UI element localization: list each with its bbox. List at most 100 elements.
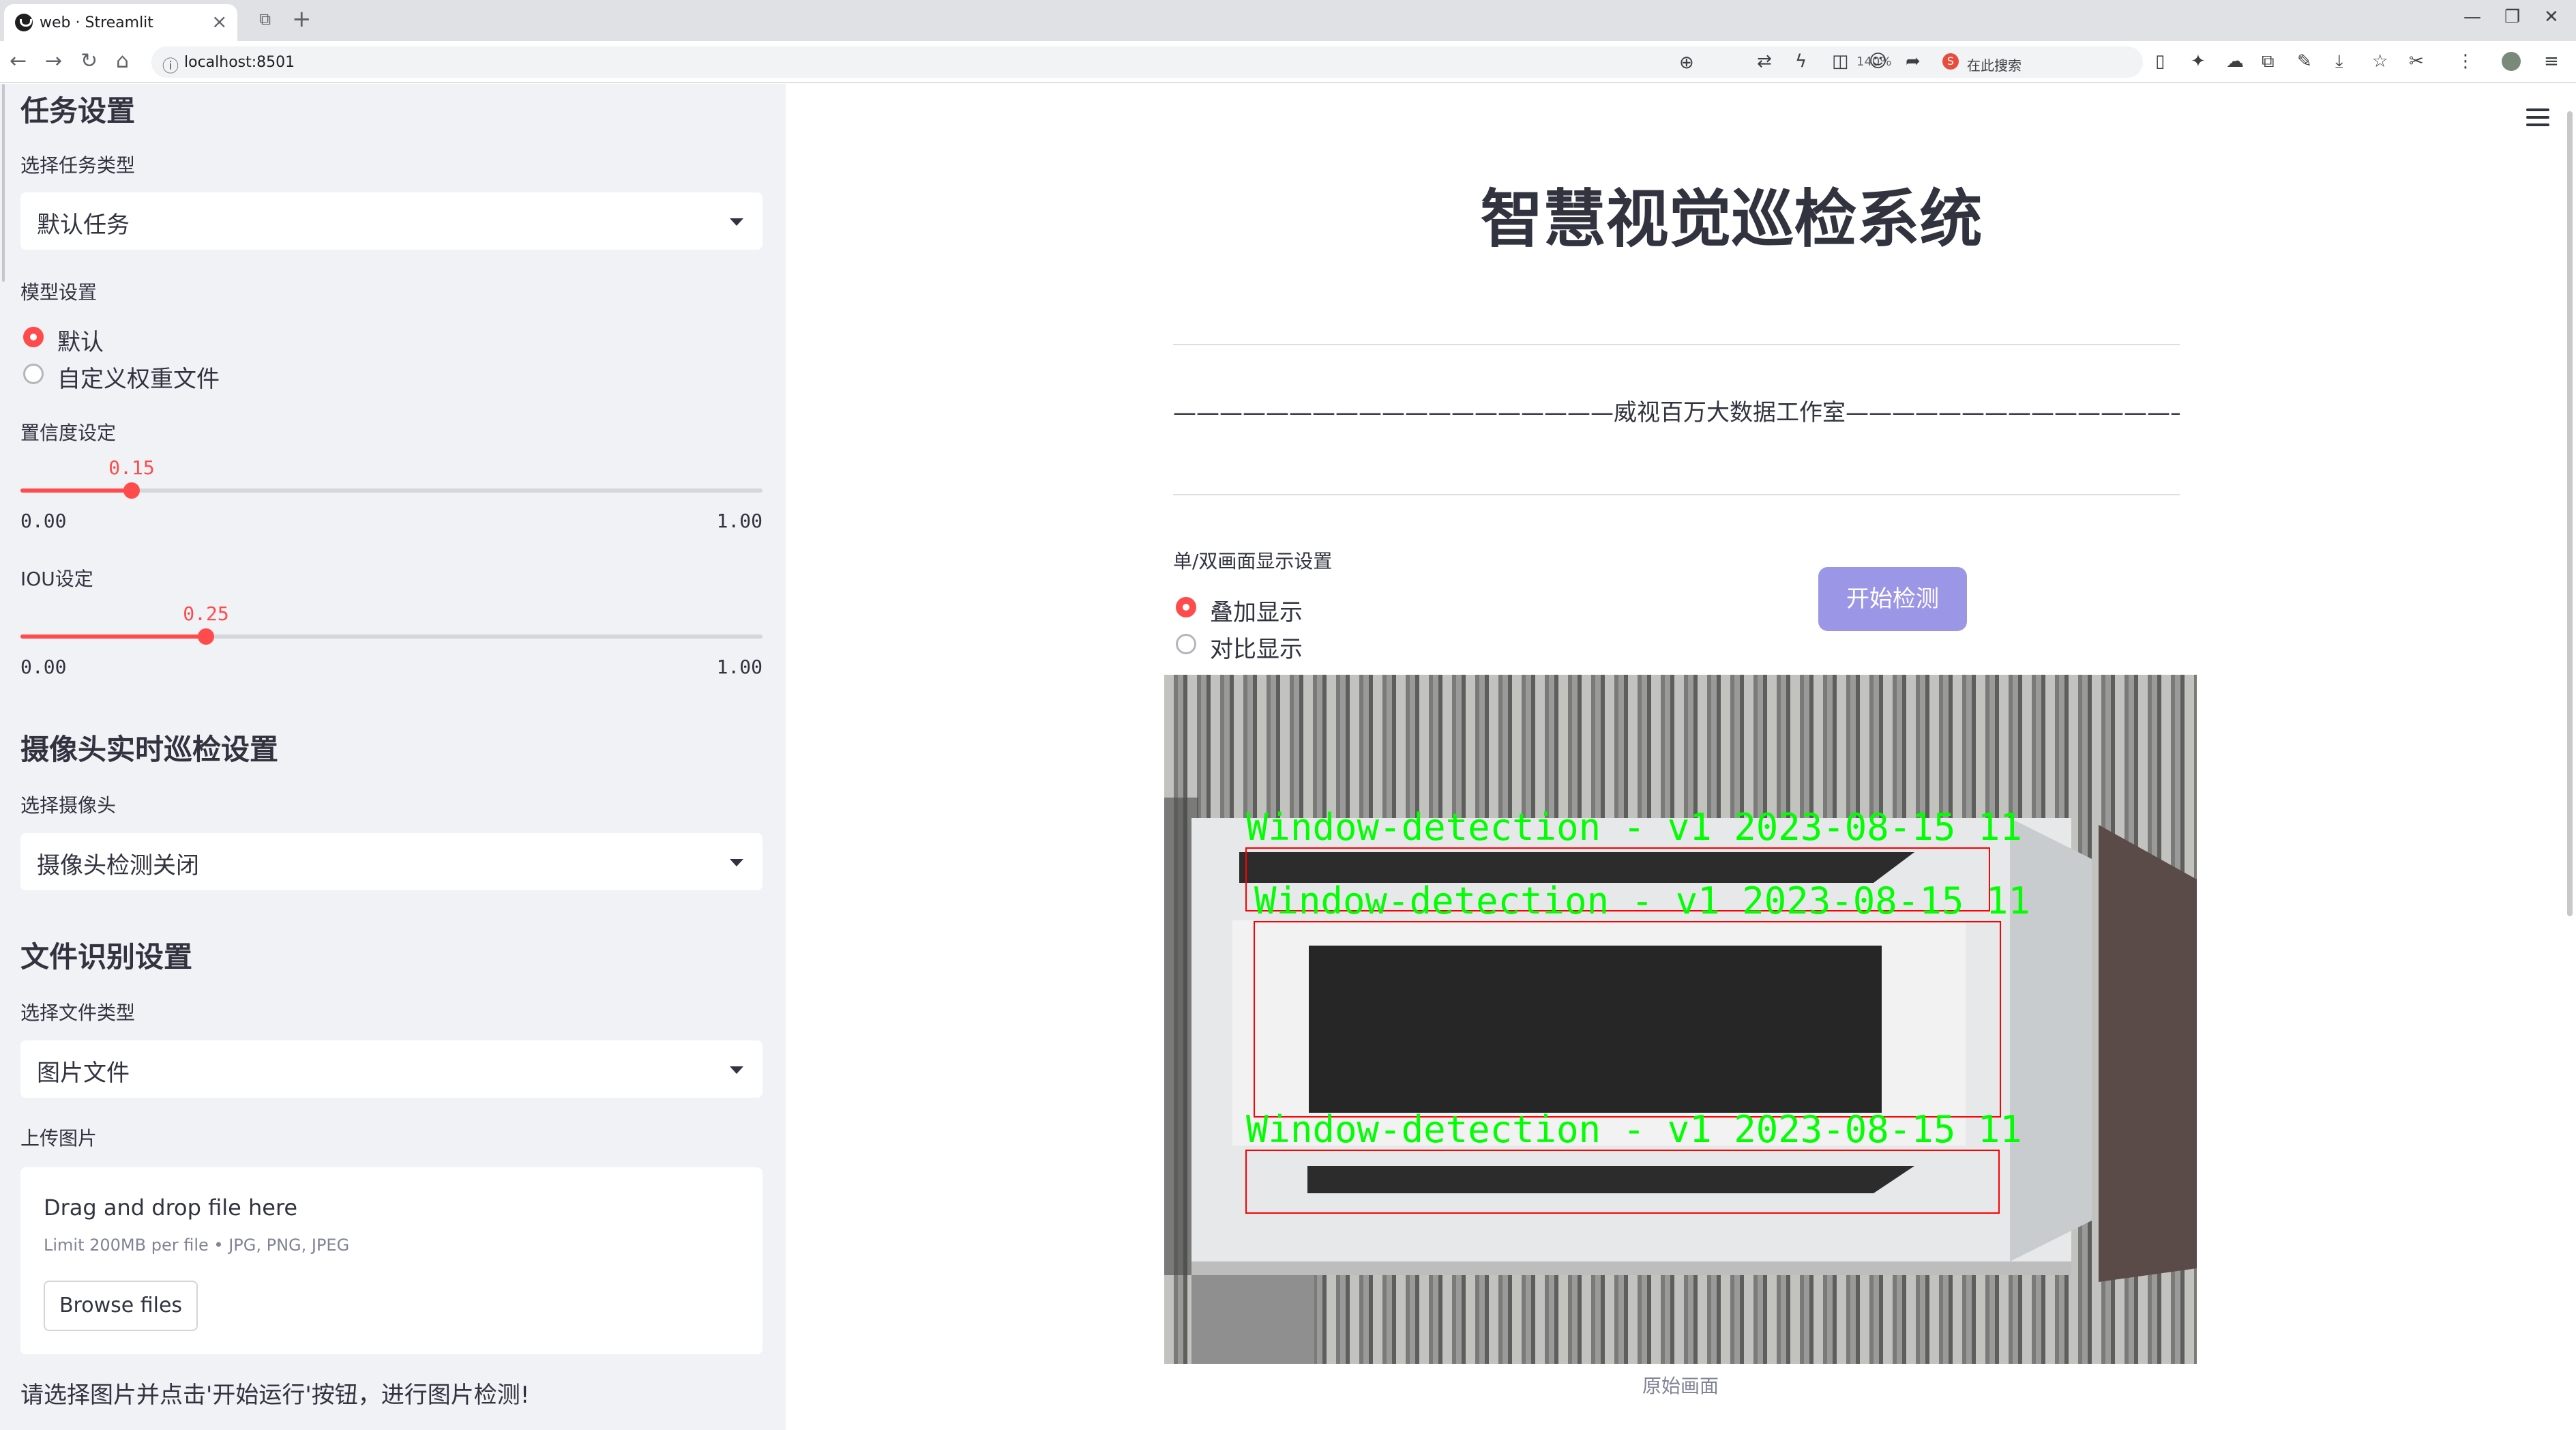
divider: [1173, 494, 2180, 495]
browser-toolbar: ← → ↻ ⌂ ⓘ localhost:8501 ⊕ 140% ⇄ ϟ ◫ ☺ …: [0, 41, 2576, 83]
chevron-down-icon: [730, 859, 743, 866]
file-type-label: 选择文件类型: [20, 1002, 136, 1024]
slider-thumb[interactable]: [198, 628, 214, 645]
extension-translate-icon[interactable]: ⧉: [2262, 50, 2275, 72]
favorites-icon[interactable]: ☆: [2372, 50, 2388, 72]
sidebar-instruction: 请选择图片并点击'开始运行'按钮，进行图片检测!: [20, 1382, 530, 1409]
radio-unselected-icon[interactable]: [1176, 634, 1196, 654]
slider-fill: [20, 634, 206, 639]
slider-max: 1.00: [716, 656, 763, 678]
profile-avatar[interactable]: [2502, 52, 2521, 71]
lightning-icon[interactable]: ϟ: [1795, 50, 1807, 72]
sidebar: 任务设置 选择任务类型 默认任务 模型设置 默认 自定义权重文件 置信度设定 0…: [0, 84, 786, 1430]
tab-title: web · Streamlit: [40, 14, 153, 31]
camera-section-heading: 摄像头实时巡检设置: [20, 733, 279, 766]
forward-icon[interactable]: →: [45, 49, 62, 74]
confidence-slider[interactable]: 0.15 0.00 1.00: [20, 456, 763, 532]
chevron-down-icon: [730, 218, 743, 226]
divider: [1173, 344, 2180, 345]
page-subtitle: ———————————————————威视百万大数据工作室———————————…: [1173, 399, 2180, 426]
dropzone-hint: Limit 200MB per file • JPG, PNG, JPEG: [44, 1236, 350, 1255]
slider-max: 1.00: [716, 510, 763, 532]
slider-thumb[interactable]: [123, 482, 140, 499]
split-view-icon[interactable]: ⧉: [259, 10, 271, 29]
extension-color-icon[interactable]: ✦: [2191, 50, 2206, 72]
browse-files-button[interactable]: Browse files: [44, 1281, 198, 1331]
camera-label: 选择摄像头: [20, 794, 117, 817]
radio-unselected-icon[interactable]: [23, 364, 44, 384]
minimize-icon[interactable]: —: [2463, 7, 2481, 27]
slider-min: 0.00: [20, 656, 67, 678]
detection-label: Window-detection - v1 2023-08-15 11: [1246, 806, 2022, 849]
browser-tab[interactable]: web · Streamlit ×: [4, 4, 237, 41]
model-label: 模型设置: [20, 281, 98, 304]
middle-pane: [1309, 946, 1882, 1113]
emoji-icon[interactable]: ☺: [1869, 50, 1887, 72]
site-info-icon[interactable]: ⓘ: [162, 53, 179, 76]
file-type-value: 图片文件: [37, 1060, 130, 1087]
chevron-down-icon: [730, 1066, 743, 1074]
task-type-value: 默认任务: [37, 211, 130, 239]
translate-icon[interactable]: ⇄: [1757, 50, 1772, 72]
screenshot-icon[interactable]: ◫: [1832, 50, 1849, 72]
display-mode-label: 单/双画面显示设置: [1173, 550, 1333, 572]
camera-select[interactable]: 摄像头检测关闭: [20, 833, 763, 890]
url-text[interactable]: localhost:8501: [184, 54, 295, 71]
radio-selected-icon[interactable]: [23, 327, 44, 347]
task-type-label: 选择任务类型: [20, 154, 136, 177]
download-icon[interactable]: ⤓: [2335, 50, 2343, 72]
iou-label: IOU设定: [20, 568, 93, 590]
home-icon[interactable]: ⌂: [116, 49, 129, 74]
camera-value: 摄像头检测关闭: [37, 852, 199, 879]
share-icon[interactable]: ➦: [1906, 50, 1921, 72]
browser-tab-bar: web · Streamlit × ⧉ + — ❐ ✕: [0, 0, 2576, 41]
image-caption: 原始画面: [1642, 1375, 1719, 1397]
task-type-select[interactable]: 默认任务: [20, 192, 763, 250]
detection-label: Window-detection - v1 2023-08-15 11: [1254, 879, 2030, 922]
detection-image-svg: Window-detection - v1 2023-08-15 11 Wind…: [1164, 675, 2197, 1364]
slider-value: 0.15: [108, 456, 155, 479]
extension-cloud-icon[interactable]: ☁: [2226, 50, 2244, 72]
window-close-icon[interactable]: ✕: [2544, 7, 2559, 27]
file-section-heading: 文件识别设置: [20, 940, 193, 974]
start-detection-button[interactable]: 开始检测: [1818, 567, 1967, 631]
top-pane: [1239, 852, 1914, 883]
radio-selected-icon[interactable]: [1176, 597, 1196, 617]
display-option-label: 对比显示: [1210, 636, 1303, 663]
slider-fill: [20, 488, 132, 493]
zoom-icon[interactable]: ⊕: [1679, 52, 1694, 74]
more-menu-icon[interactable]: ⋮: [2457, 50, 2474, 72]
detection-image: Window-detection - v1 2023-08-15 11 Wind…: [1164, 675, 2197, 1364]
brick-side: [2099, 825, 2197, 1282]
search-placeholder: 在此搜索: [1967, 57, 2022, 74]
search-engine-icon: S: [1942, 53, 1959, 70]
extension-pen-icon[interactable]: ✎: [2297, 50, 2312, 72]
display-option-label: 叠加显示: [1210, 599, 1303, 626]
close-tab-icon[interactable]: ×: [211, 11, 227, 33]
sidebar-scrollbar[interactable]: [2, 84, 5, 282]
address-bar[interactable]: ⓘ localhost:8501 ⊕ 140% ⇄ ϟ ◫ ☺ ➦ ☆: [151, 46, 2143, 78]
file-dropzone[interactable]: Drag and drop file here Limit 200MB per …: [20, 1167, 763, 1354]
restore-icon[interactable]: ❐: [2504, 7, 2520, 27]
slider-value: 0.25: [183, 602, 229, 625]
hamburger-menu-icon[interactable]: [2526, 108, 2549, 126]
main-content: 智慧视觉巡检系统 ———————————————————威视百万大数据工作室——…: [786, 84, 2576, 1430]
sidebar-menu-icon[interactable]: ≡: [2544, 50, 2559, 72]
iou-slider[interactable]: 0.25 0.00 1.00: [20, 602, 763, 678]
bottom-pane: [1307, 1166, 1914, 1193]
slider-min: 0.00: [20, 510, 67, 532]
new-tab-icon[interactable]: +: [292, 5, 312, 33]
search-box[interactable]: S 在此搜索: [1934, 49, 2139, 75]
page-title: 智慧视觉巡检系统: [1480, 183, 1983, 256]
phone-icon[interactable]: ▯: [2155, 50, 2165, 72]
streamlit-favicon-icon: [15, 14, 33, 31]
back-icon[interactable]: ←: [10, 49, 27, 74]
model-option-label: 自定义权重文件: [57, 366, 220, 393]
confidence-label: 置信度设定: [20, 422, 117, 444]
reload-icon[interactable]: ↻: [80, 49, 98, 74]
task-section-heading: 任务设置: [20, 94, 136, 128]
upload-label: 上传图片: [20, 1127, 98, 1150]
dropzone-title: Drag and drop file here: [44, 1195, 298, 1221]
file-type-select[interactable]: 图片文件: [20, 1040, 763, 1098]
scissors-icon[interactable]: ✂: [2409, 50, 2424, 72]
